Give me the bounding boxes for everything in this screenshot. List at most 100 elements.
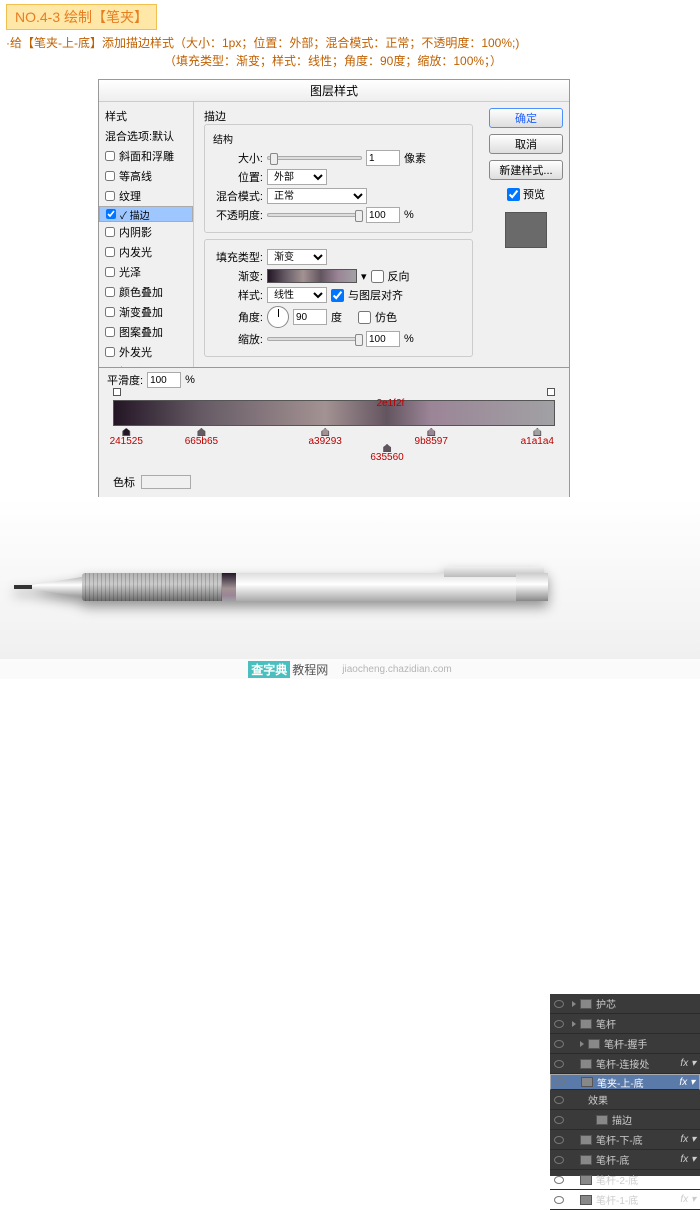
fx-icon[interactable]: fx ▾ [679,1077,695,1088]
fx-icon[interactable]: fx ▾ [680,1134,696,1145]
chevron-down-icon[interactable]: ▾ [361,270,367,283]
brand-url: jiaocheng.chazidian.com [342,664,452,675]
style-item[interactable]: 内阴影 [99,222,193,242]
style-item-label: 颜色叠加 [119,284,163,300]
layer-label: 笔杆-1-底 [596,1192,638,1207]
layer-row[interactable]: 效果 [550,1090,700,1110]
opacity-slider[interactable] [267,213,362,217]
fx-icon[interactable]: fx ▾ [680,1154,696,1165]
blend-select[interactable]: 正常 [267,188,367,204]
disclosure-icon[interactable] [572,1021,576,1027]
eye-icon[interactable] [554,1000,564,1008]
layer-label: 笔杆-2-底 [596,1172,638,1187]
pencil-illustration [14,565,548,609]
layer-row[interactable]: 笔夹-上-底fx ▾ [550,1074,700,1090]
opacity-stop-right[interactable] [547,388,555,396]
style-item[interactable]: 斜面和浮雕 [99,146,193,166]
eye-icon[interactable] [554,1116,564,1124]
position-select[interactable]: 外部 [267,169,327,185]
new-style-button[interactable]: 新建样式... [489,160,563,180]
fx-icon[interactable]: fx ▾ [680,1194,696,1205]
eye-icon[interactable] [554,1040,564,1048]
layer-row[interactable]: 笔杆 [550,1014,700,1034]
style-checkbox[interactable] [105,191,115,201]
gradient-swatch[interactable] [267,269,357,283]
opacity-input[interactable] [366,207,400,223]
fill-type-select[interactable]: 渐变 [267,249,327,265]
color-stop[interactable]: 241525 [110,428,143,447]
style-item[interactable]: ✓ 描边 [99,206,193,222]
blend-options-header[interactable]: 混合选项:默认 [99,126,193,146]
stop-hex-label: 9b8597 [415,436,448,447]
style-item[interactable]: 渐变叠加 [99,302,193,322]
dither-checkbox[interactable] [358,311,371,324]
preview-swatch [505,212,547,248]
scale-input[interactable] [366,331,400,347]
size-input[interactable] [366,150,400,166]
eye-icon[interactable] [554,1060,564,1068]
eye-icon[interactable] [554,1136,564,1144]
layer-label: 笔杆-底 [596,1152,629,1167]
layer-row[interactable]: 笔杆-下-底fx ▾ [550,1130,700,1150]
color-stop[interactable]: a1a1a4 [521,428,554,447]
preview-checkbox[interactable] [507,188,520,201]
eye-icon[interactable] [554,1156,564,1164]
eye-icon[interactable] [555,1078,565,1086]
eye-icon[interactable] [554,1196,564,1204]
style-checkbox[interactable] [105,151,115,161]
style-item-label: 内阴影 [119,224,152,240]
layer-row[interactable]: 笔杆-连接处fx ▾ [550,1054,700,1074]
layer-thumbnail [588,1039,600,1049]
style-checkbox[interactable] [105,267,115,277]
color-stop[interactable]: 665b65 [185,428,218,447]
reverse-checkbox[interactable] [371,270,384,283]
layer-thumbnail [580,1135,592,1145]
layer-row[interactable]: 笔杆-2-底 [550,1170,700,1190]
eye-icon[interactable] [554,1020,564,1028]
eye-icon[interactable] [554,1176,564,1184]
disclosure-icon[interactable] [580,1041,584,1047]
style-checkbox[interactable] [105,307,115,317]
eye-icon[interactable] [554,1096,564,1104]
align-checkbox[interactable] [331,289,344,302]
layer-thumbnail [580,1155,592,1165]
style-checkbox[interactable] [105,247,115,257]
layer-row[interactable]: 笔杆-底 fx ▾ [550,1150,700,1170]
style-checkbox[interactable] [105,171,115,181]
ok-button[interactable]: 确定 [489,108,563,128]
style-item[interactable]: 外发光 [99,342,193,362]
layer-label: 笔杆-握手 [604,1036,647,1051]
color-stop[interactable]: 9b8597 [415,428,448,447]
layer-row[interactable]: 笔杆-握手 [550,1034,700,1054]
gradient-label: 渐变: [213,268,263,284]
style-select[interactable]: 线性 [267,287,327,303]
style-item[interactable]: 光泽 [99,262,193,282]
color-stop[interactable]: 635560 [370,444,403,463]
size-slider[interactable] [267,156,362,160]
style-checkbox[interactable] [105,327,115,337]
style-checkbox[interactable] [105,287,115,297]
layer-row[interactable]: 护芯 [550,994,700,1014]
layer-row[interactable]: 描边 [550,1110,700,1130]
smoothness-input[interactable] [147,372,181,388]
style-item[interactable]: 等高线 [99,166,193,186]
style-checkbox[interactable] [105,347,115,357]
scale-slider[interactable] [267,337,362,341]
angle-input[interactable] [293,309,327,325]
color-stop-box[interactable] [141,475,191,489]
cancel-button[interactable]: 取消 [489,134,563,154]
fx-icon[interactable]: fx ▾ [680,1058,696,1069]
style-checkbox[interactable] [105,227,115,237]
style-item[interactable]: 图案叠加 [99,322,193,342]
layer-row[interactable]: 笔杆-1-底 fx ▾ [550,1190,700,1210]
disclosure-icon[interactable] [572,1001,576,1007]
style-checkbox[interactable] [106,209,116,219]
gradient-bar[interactable] [113,400,555,426]
opacity-stop-left[interactable] [113,388,121,396]
color-stop[interactable]: a39293 [308,428,341,447]
stop-hex-label: 241525 [110,436,143,447]
style-item[interactable]: 内发光 [99,242,193,262]
style-item[interactable]: 颜色叠加 [99,282,193,302]
angle-dial[interactable] [267,306,289,328]
style-item[interactable]: 纹理 [99,186,193,206]
